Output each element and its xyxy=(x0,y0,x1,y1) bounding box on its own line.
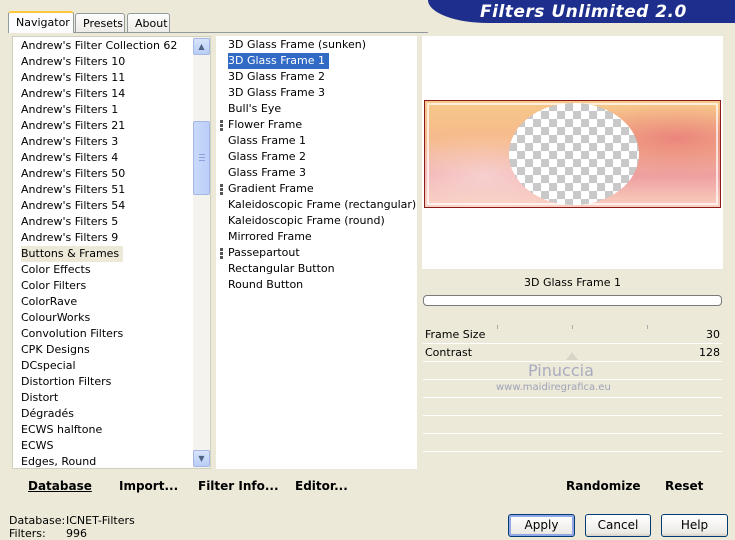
status-filters-value: 996 xyxy=(66,527,87,540)
category-item[interactable]: ColorRave xyxy=(21,294,77,310)
param-frame-size[interactable]: Frame Size 30 xyxy=(423,326,722,344)
category-item[interactable]: Andrew's Filters 1 xyxy=(21,102,118,118)
param-value: 128 xyxy=(699,346,720,359)
filter-item[interactable]: Passepartout xyxy=(228,245,300,261)
filter-item[interactable]: Gradient Frame xyxy=(228,181,314,197)
category-item[interactable]: Dégradés xyxy=(21,406,74,422)
scroll-up-button[interactable]: ▲ xyxy=(193,38,210,55)
watermark-name: Pinuccia xyxy=(528,361,594,380)
filter-item[interactable]: Glass Frame 1 xyxy=(228,133,306,149)
param-empty-row xyxy=(423,416,722,434)
tab-navigator[interactable]: Navigator xyxy=(8,11,74,33)
filter-item[interactable]: Glass Frame 3 xyxy=(228,165,306,181)
category-item[interactable]: DCspecial xyxy=(21,358,76,374)
category-item[interactable]: Andrew's Filters 51 xyxy=(21,182,125,198)
filter-item[interactable]: Flower Frame xyxy=(228,117,302,133)
scroll-down-button[interactable]: ▼ xyxy=(193,450,210,467)
category-scrollbar[interactable]: ▲ ▼ xyxy=(193,37,210,468)
status-database-label: Database: xyxy=(9,514,66,527)
param-label: Frame Size xyxy=(425,328,486,341)
filter-item[interactable]: Mirrored Frame xyxy=(228,229,312,245)
category-item[interactable]: Andrew's Filters 21 xyxy=(21,118,125,134)
filter-item[interactable]: 3D Glass Frame (sunken) xyxy=(228,37,366,53)
category-item[interactable]: CPK Designs xyxy=(21,342,90,358)
filter-info-button[interactable]: Filter Info... xyxy=(198,479,279,493)
editor-button[interactable]: Editor... xyxy=(295,479,348,493)
param-empty-row xyxy=(423,452,722,470)
category-item[interactable]: Andrew's Filters 9 xyxy=(21,230,118,246)
category-item[interactable]: Andrew's Filters 14 xyxy=(21,86,125,102)
selected-filter-name: 3D Glass Frame 1 xyxy=(523,276,621,289)
category-item[interactable]: Andrew's Filters 4 xyxy=(21,150,118,166)
category-item[interactable]: Distort xyxy=(21,390,58,406)
status-filters-label: Filters: xyxy=(9,527,46,540)
category-item[interactable]: Andrew's Filters 54 xyxy=(21,198,125,214)
category-item[interactable]: Convolution Filters xyxy=(21,326,123,342)
import-button[interactable]: Import... xyxy=(119,479,178,493)
filter-item[interactable]: 3D Glass Frame 3 xyxy=(228,85,325,101)
reset-button[interactable]: Reset xyxy=(665,479,703,493)
tab-presets[interactable]: Presets xyxy=(75,13,125,33)
filter-item[interactable]: Kaleidoscopic Frame (round) xyxy=(228,213,385,229)
category-item[interactable]: ECWS xyxy=(21,438,54,454)
transparent-area xyxy=(509,103,639,205)
database-button[interactable]: Database xyxy=(28,479,92,493)
param-empty-row xyxy=(423,434,722,452)
param-value: 30 xyxy=(706,328,720,341)
category-item[interactable]: Edges, Round xyxy=(21,454,96,470)
category-list[interactable]: Andrew's Filter Collection 62 Andrew's Fi… xyxy=(12,36,211,469)
category-item[interactable]: ECWS halftone xyxy=(21,422,102,438)
filter-item[interactable]: Round Button xyxy=(228,277,303,293)
randomize-button[interactable]: Randomize xyxy=(566,479,640,493)
cancel-button[interactable]: Cancel xyxy=(585,514,651,537)
help-button[interactable]: Help xyxy=(661,514,728,537)
apply-button[interactable]: Apply xyxy=(508,514,575,537)
category-item[interactable]: Andrew's Filters 5 xyxy=(21,214,118,230)
category-item[interactable]: Color Filters xyxy=(21,278,86,294)
filter-item[interactable]: Glass Frame 2 xyxy=(228,149,306,165)
category-item[interactable]: Andrew's Filters 11 xyxy=(21,70,125,86)
category-item[interactable]: Andrew's Filters 3 xyxy=(21,134,118,150)
contrast-slider-pointer xyxy=(566,352,578,360)
progress-bar xyxy=(423,295,722,306)
category-item[interactable]: ColourWorks xyxy=(21,310,90,326)
filter-list[interactable]: 3D Glass Frame (sunken) 3D Glass Frame 13… xyxy=(216,36,417,469)
filter-group-marker xyxy=(220,248,224,260)
watermark-url: www.maidiregrafica.eu xyxy=(496,382,611,393)
filter-item[interactable]: Rectangular Button xyxy=(228,261,335,277)
filter-item[interactable]: Kaleidoscopic Frame (rectangular) xyxy=(228,197,416,213)
category-item[interactable]: Andrew's Filters 10 xyxy=(21,54,125,70)
filter-group-marker xyxy=(220,184,224,196)
app-title-banner: Filters Unlimited 2.0 xyxy=(428,0,735,23)
status-database-value: ICNET-Filters xyxy=(66,514,135,527)
preview-image xyxy=(424,100,721,208)
filter-item[interactable]: Bull's Eye xyxy=(228,101,281,117)
category-item[interactable]: Buttons & Frames xyxy=(21,246,124,262)
category-item[interactable]: Andrew's Filters 50 xyxy=(21,166,125,182)
category-item[interactable]: Andrew's Filter Collection 62 xyxy=(21,38,177,54)
filter-item[interactable]: 3D Glass Frame 2 xyxy=(228,69,325,85)
filter-group-marker xyxy=(220,120,224,132)
category-item[interactable]: Distortion Filters xyxy=(21,374,111,390)
scroll-thumb[interactable] xyxy=(193,121,210,195)
category-item[interactable]: Color Effects xyxy=(21,262,91,278)
filter-item[interactable]: 3D Glass Frame 1 xyxy=(226,52,331,70)
tab-about[interactable]: About xyxy=(127,13,170,33)
param-label: Contrast xyxy=(425,346,473,359)
param-empty-row xyxy=(423,398,722,416)
